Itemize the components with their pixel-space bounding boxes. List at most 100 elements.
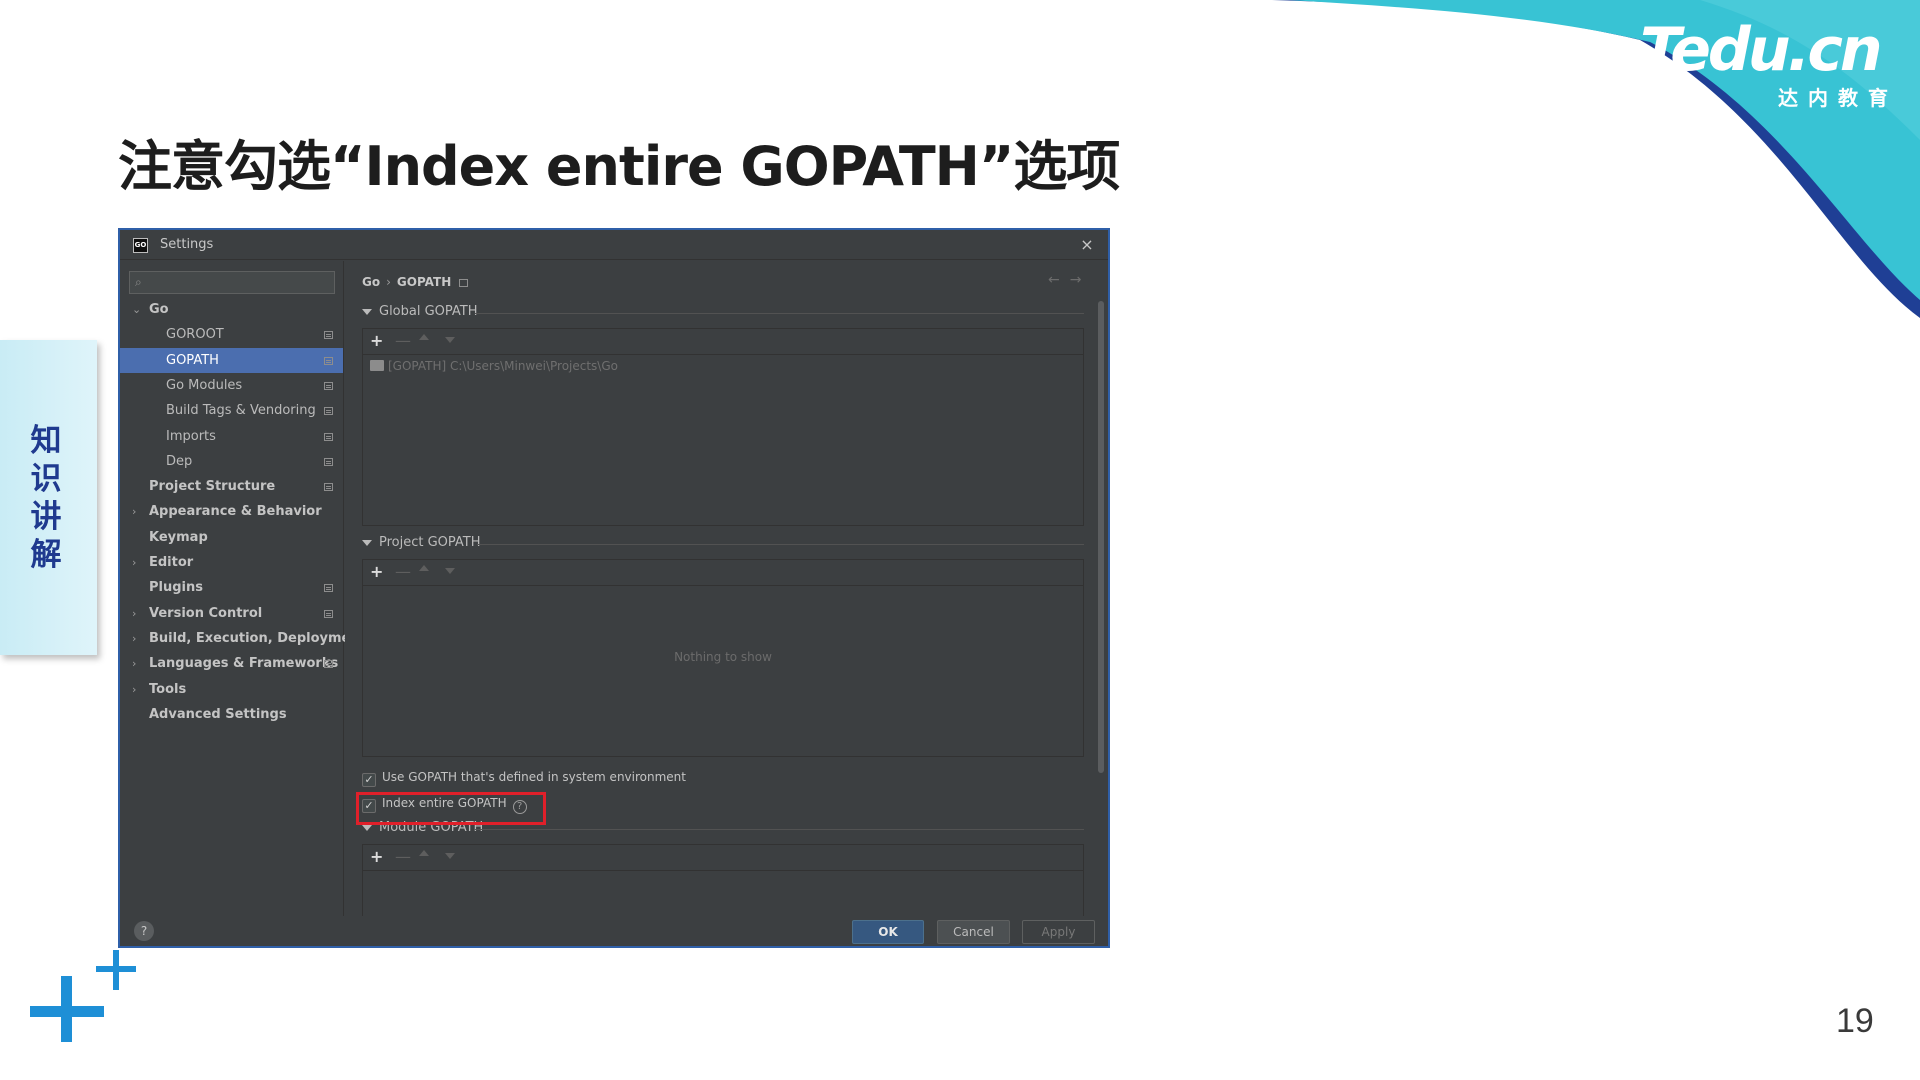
tree-item-gopath[interactable]: GOPATH: [120, 347, 343, 373]
project-gopath-entries: Nothing to show: [363, 587, 1083, 756]
highlight-annotation: [356, 792, 546, 825]
tree-item-label: Editor: [149, 555, 194, 570]
tree-item-project-structure[interactable]: Project Structure: [120, 474, 343, 499]
tree-item-goroot[interactable]: GOROOT: [120, 322, 343, 347]
module-gopath-toolbar: + —: [363, 845, 1083, 871]
tree-item-go-modules[interactable]: Go Modules: [120, 373, 343, 398]
tree-item-advanced-settings[interactable]: Advanced Settings: [120, 702, 343, 727]
chevron-right-icon[interactable]: ›: [132, 626, 136, 651]
page-number: 19: [1836, 1002, 1874, 1040]
remove-path-button[interactable]: —: [395, 563, 411, 581]
help-button[interactable]: ?: [134, 921, 154, 941]
collapse-triangle-icon: [362, 539, 372, 546]
move-down-button[interactable]: [445, 853, 455, 859]
gopath-entry[interactable]: [GOPATH] C:\Users\Minwei\Projects\Go: [370, 359, 618, 373]
chevron-right-icon[interactable]: ›: [132, 550, 136, 575]
brand-name: Tedu.cn: [1640, 15, 1883, 85]
project-level-icon: [324, 584, 333, 593]
tedu-logo: Tedu.cn 达内教育: [1640, 15, 1902, 110]
ok-button[interactable]: OK: [852, 920, 924, 944]
chevron-right-icon[interactable]: ›: [132, 651, 136, 676]
global-gopath-title: Global GOPATH: [379, 304, 478, 319]
side-tab: 知识讲解: [0, 340, 97, 655]
nav-arrows: ←→: [1048, 272, 1091, 288]
tree-item-go[interactable]: ⌄ Go: [120, 297, 343, 322]
project-level-icon: [324, 432, 333, 441]
cancel-button[interactable]: Cancel: [937, 920, 1010, 944]
move-up-button[interactable]: [419, 565, 429, 571]
project-gopath-header[interactable]: Project GOPATH: [362, 535, 481, 553]
settings-search-input[interactable]: ⌕: [129, 271, 335, 294]
use-system-gopath-checkbox[interactable]: ✓ Use GOPATH that's defined in system env…: [362, 767, 686, 787]
folder-icon: [370, 360, 384, 371]
tree-item-label: Languages & Frameworks: [149, 656, 339, 672]
collapse-triangle-icon: [362, 824, 372, 831]
gopath-entry-path: [GOPATH] C:\Users\Minwei\Projects\Go: [388, 359, 618, 373]
close-icon[interactable]: ×: [1075, 233, 1099, 257]
global-gopath-header[interactable]: Global GOPATH: [362, 304, 478, 322]
tree-item-appearance-behavior[interactable]: › Appearance & Behavior: [120, 499, 343, 524]
tree-item-label: Build Tags & Vendoring: [166, 403, 316, 419]
tree-item-dep[interactable]: Dep: [120, 449, 343, 474]
search-icon: ⌕: [135, 275, 142, 289]
section-divider: [475, 313, 1084, 314]
chevron-right-icon[interactable]: ›: [132, 499, 136, 524]
tree-item-label: Tools: [149, 681, 187, 697]
project-level-icon: [324, 609, 333, 618]
breadcrumb-separator: ›: [386, 275, 391, 289]
tree-item-plugins[interactable]: Plugins: [120, 575, 343, 600]
side-tab-label: 知识讲解: [30, 423, 62, 573]
apply-button[interactable]: Apply: [1022, 920, 1095, 944]
project-level-icon: [324, 407, 333, 416]
tree-item-languages-frameworks[interactable]: › Languages & Frameworks: [120, 651, 343, 676]
scrollbar-thumb[interactable]: [1098, 301, 1104, 773]
chevron-right-icon[interactable]: ›: [132, 601, 136, 626]
tree-item-editor[interactable]: › Editor: [120, 550, 343, 575]
add-path-button[interactable]: +: [370, 848, 383, 866]
tree-item-label: Go: [149, 302, 169, 317]
goland-app-icon: GO: [133, 238, 148, 253]
tree-item-tools[interactable]: › Tools: [120, 677, 343, 702]
chevron-right-icon[interactable]: ›: [132, 677, 136, 702]
breadcrumb: Go › GOPATH: [362, 275, 469, 289]
move-down-button[interactable]: [445, 568, 455, 574]
tree-item-version-control[interactable]: › Version Control: [120, 601, 343, 626]
settings-tree-pane: ⌕ ⌄ Go GOROOT GOPATH Go Modules Build Tags & …: [120, 261, 366, 916]
tree-item-label: Advanced Settings: [149, 706, 287, 722]
section-divider: [475, 829, 1084, 830]
tree-item-label: GOROOT: [166, 327, 224, 343]
project-level-icon: [324, 356, 333, 365]
dialog-titlebar[interactable]: GO Settings ×: [120, 230, 1108, 260]
add-path-button[interactable]: +: [370, 563, 383, 581]
forward-arrow-icon[interactable]: →: [1070, 272, 1092, 288]
chevron-down-icon[interactable]: ⌄: [132, 297, 141, 322]
remove-path-button[interactable]: —: [395, 332, 411, 350]
move-up-button[interactable]: [419, 850, 429, 856]
dialog-footer: ? OK Cancel Apply: [120, 916, 1108, 946]
tree-item-build-execution-deployment[interactable]: › Build, Execution, Deployment: [120, 626, 366, 651]
global-gopath-entries: [GOPATH] C:\Users\Minwei\Projects\Go: [363, 356, 1083, 525]
tree-item-keymap[interactable]: Keymap: [120, 525, 343, 550]
dialog-title: Settings: [160, 237, 214, 252]
tree-item-label: Version Control: [149, 605, 263, 621]
project-level-icon: [324, 660, 333, 669]
checkbox-checked-icon[interactable]: ✓: [362, 773, 376, 787]
project-level-icon: [324, 331, 333, 340]
tree-item-build-tags-vendoring[interactable]: Build Tags & Vendoring: [120, 398, 343, 423]
add-path-button[interactable]: +: [370, 332, 383, 350]
back-arrow-icon[interactable]: ←: [1048, 272, 1070, 288]
move-down-button[interactable]: [445, 337, 455, 343]
tree-item-label: GOPATH: [166, 352, 219, 368]
collapse-triangle-icon: [362, 308, 372, 315]
tree-item-label: Plugins: [149, 580, 203, 596]
tree-item-label: Go Modules: [166, 377, 243, 393]
breadcrumb-parent[interactable]: Go: [362, 275, 380, 289]
breadcrumb-current: GOPATH: [396, 275, 452, 289]
move-up-button[interactable]: [419, 334, 429, 340]
use-system-gopath-label: Use GOPATH that's defined in system envi…: [382, 770, 686, 784]
slide-title: 注意勾选“Index entire GOPATH”选项: [118, 135, 1120, 198]
tree-item-label: Imports: [166, 428, 216, 444]
tree-item-imports[interactable]: Imports: [120, 424, 343, 449]
project-level-icon: [459, 278, 469, 287]
remove-path-button[interactable]: —: [395, 848, 411, 866]
